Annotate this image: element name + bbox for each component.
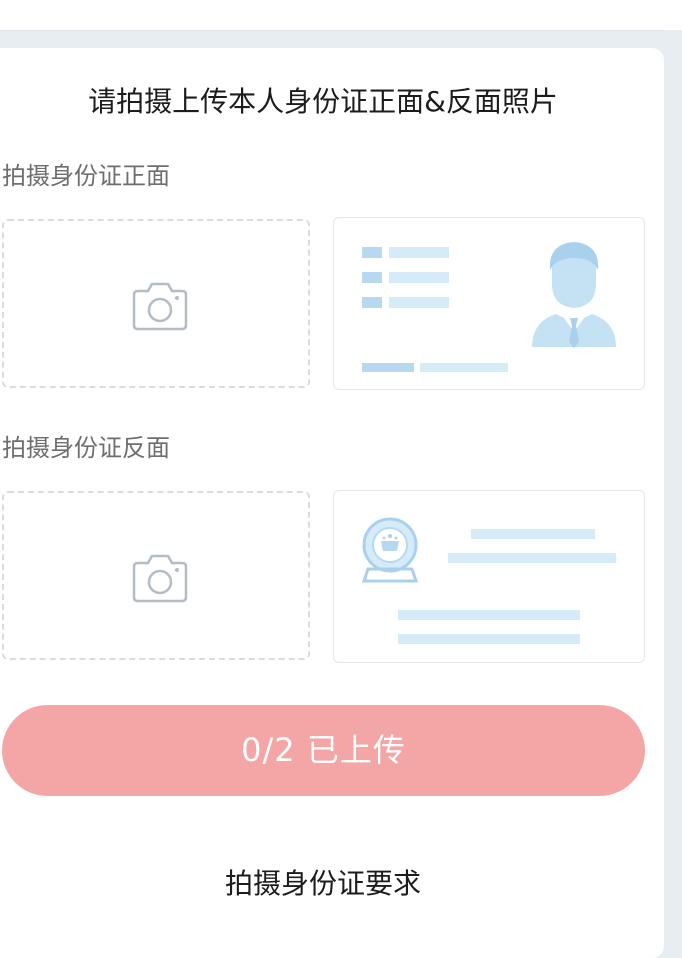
- back-sample-image: [333, 490, 645, 663]
- back-upload-box[interactable]: [2, 491, 310, 660]
- camera-icon: [132, 554, 188, 603]
- scroll-track: [664, 30, 682, 945]
- upload-progress-button[interactable]: 0/2 已上传: [2, 705, 645, 796]
- id-card-front-sample-icon: [362, 242, 616, 372]
- camera-icon: [132, 282, 188, 331]
- front-upload-box[interactable]: [2, 219, 310, 388]
- front-section-label: 拍摄身份证正面: [2, 162, 170, 190]
- front-sample-image: [333, 217, 645, 390]
- page-title: 请拍摄上传本人身份证正面&反面照片: [88, 85, 558, 118]
- requirements-title: 拍摄身份证要求: [224, 867, 421, 900]
- back-section-label: 拍摄身份证反面: [2, 434, 170, 462]
- top-bar: [0, 0, 682, 31]
- id-card-back-sample-icon: [361, 517, 616, 644]
